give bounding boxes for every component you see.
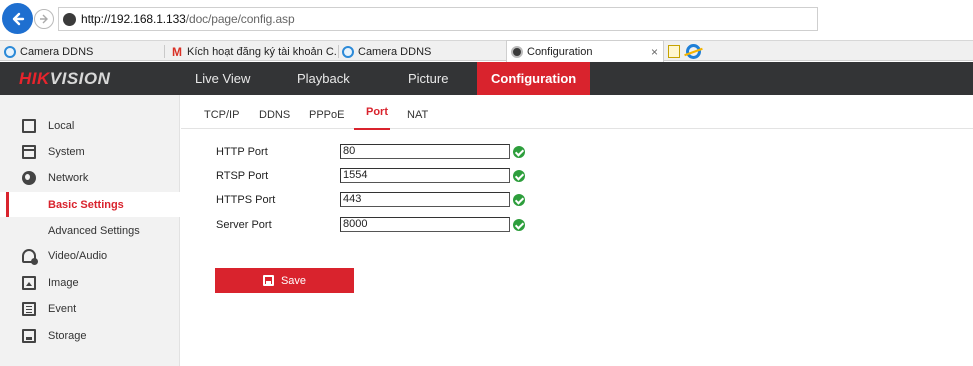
nav-live-view[interactable]: Live View [195,62,250,95]
sidebar-item-label: Image [48,276,79,289]
sidebar-item-basic-settings[interactable]: Basic Settings [0,192,180,217]
browser-tab-configuration[interactable]: Configuration [506,40,664,62]
check-icon [513,146,525,158]
check-icon [513,219,525,231]
sidebar-item-label: System [48,145,85,158]
tab-label: Camera DDNS [358,45,432,58]
sidebar-item-label: Network [48,171,89,184]
nav-configuration[interactable]: Configuration [477,62,591,95]
active-tab-indicator [354,128,390,130]
address-bar[interactable]: http://192.168.1.133/doc/page/config.asp [58,7,818,31]
tab-label: Configuration [527,45,593,58]
gmail-favicon-icon: M [172,44,182,59]
tab-label: Camera DDNS [20,45,94,58]
browser-tab-strip: Camera DDNS M Kích hoạt đăng ký tài khoả… [0,40,973,62]
tab-port[interactable]: Port [366,106,388,118]
check-icon [513,194,525,206]
rtsp-port-row: RTSP Port 1554 [216,166,536,184]
sidebar-item-label: Event [48,302,77,315]
server-port-row: Server Port 8000 [216,215,536,233]
image-icon [22,275,36,290]
storage-icon [22,328,36,343]
http-port-input[interactable]: 80 [340,144,510,159]
browser-tab-gmail[interactable]: M Kích hoạt đăng ký tài khoản C... [171,42,336,61]
camera-favicon-icon [511,45,523,58]
browser-tab-camera-ddns-2[interactable]: Camera DDNS [342,42,500,61]
sidebar-item-event[interactable]: Event [0,296,180,321]
tab-ddns[interactable]: DDNS [259,109,290,121]
back-button[interactable] [2,3,33,34]
sidebar-item-system[interactable]: System [0,139,180,164]
arrow-left-icon [12,12,24,25]
tab-nat[interactable]: NAT [407,109,428,121]
save-button-label: Save [280,274,307,287]
nav-playback[interactable]: Playback [297,62,350,95]
globe-icon [22,170,36,185]
tab-pppoe[interactable]: PPPoE [309,109,344,121]
server-port-input[interactable]: 8000 [340,217,510,232]
browser-tab-camera-ddns[interactable]: Camera DDNS [4,42,162,61]
arrow-right-icon [40,14,48,24]
network-subtabs: TCP/IP DDNS PPPoE Port NAT [181,95,973,130]
https-port-label: HTTPS Port [216,194,276,206]
tab-divider [164,45,165,58]
hikvision-logo: HIKVISION [19,69,111,88]
system-icon [22,144,36,159]
monitor-icon [22,118,36,133]
tab-tcp-ip[interactable]: TCP/IP [204,109,239,121]
http-port-label: HTTP Port [216,146,268,158]
floppy-disk-icon [262,275,274,286]
sidebar-item-local[interactable]: Local [0,113,180,138]
sidebar-item-video-audio[interactable]: Video/Audio [0,243,180,268]
check-icon [513,170,525,182]
internet-explorer-icon [686,44,701,59]
sidebar-item-network[interactable]: Network [0,165,180,190]
url-text: http://192.168.1.133/doc/page/config.asp [81,12,295,26]
sidebar-item-label: Video/Audio [48,249,108,262]
server-port-label: Server Port [216,219,272,231]
site-favicon-icon [63,12,76,26]
sidebar-item-label: Storage [48,329,87,342]
event-icon [22,301,36,316]
sidebar-item-label: Local [48,119,75,132]
new-tab-icon[interactable] [668,45,680,58]
nav-picture[interactable]: Picture [408,62,448,95]
https-port-row: HTTPS Port 443 [216,190,536,208]
ie-favicon-icon [4,45,16,58]
browser-address-row: http://192.168.1.133/doc/page/config.asp [0,0,973,40]
rtsp-port-label: RTSP Port [216,170,269,182]
tab-label: Kích hoạt đăng ký tài khoản C... [187,45,336,58]
sidebar-item-advanced-settings[interactable]: Advanced Settings [0,218,180,243]
rtsp-port-input[interactable]: 1554 [340,168,510,183]
save-button[interactable]: Save [215,268,354,293]
http-port-row: HTTP Port 80 [216,142,536,160]
top-navigation: HIKVISION Live View Playback Picture Con… [0,62,973,95]
sidebar-item-storage[interactable]: Storage [0,323,180,348]
close-tab-icon[interactable]: × [651,45,658,59]
ie-favicon-icon [342,45,354,58]
forward-button[interactable] [34,9,54,29]
sidebar-item-image[interactable]: Image [0,270,180,295]
tab-divider [338,45,339,58]
https-port-input[interactable]: 443 [340,192,510,207]
config-sidebar: Local System Network Basic Settings Adva… [0,95,180,366]
video-audio-icon [22,248,38,265]
